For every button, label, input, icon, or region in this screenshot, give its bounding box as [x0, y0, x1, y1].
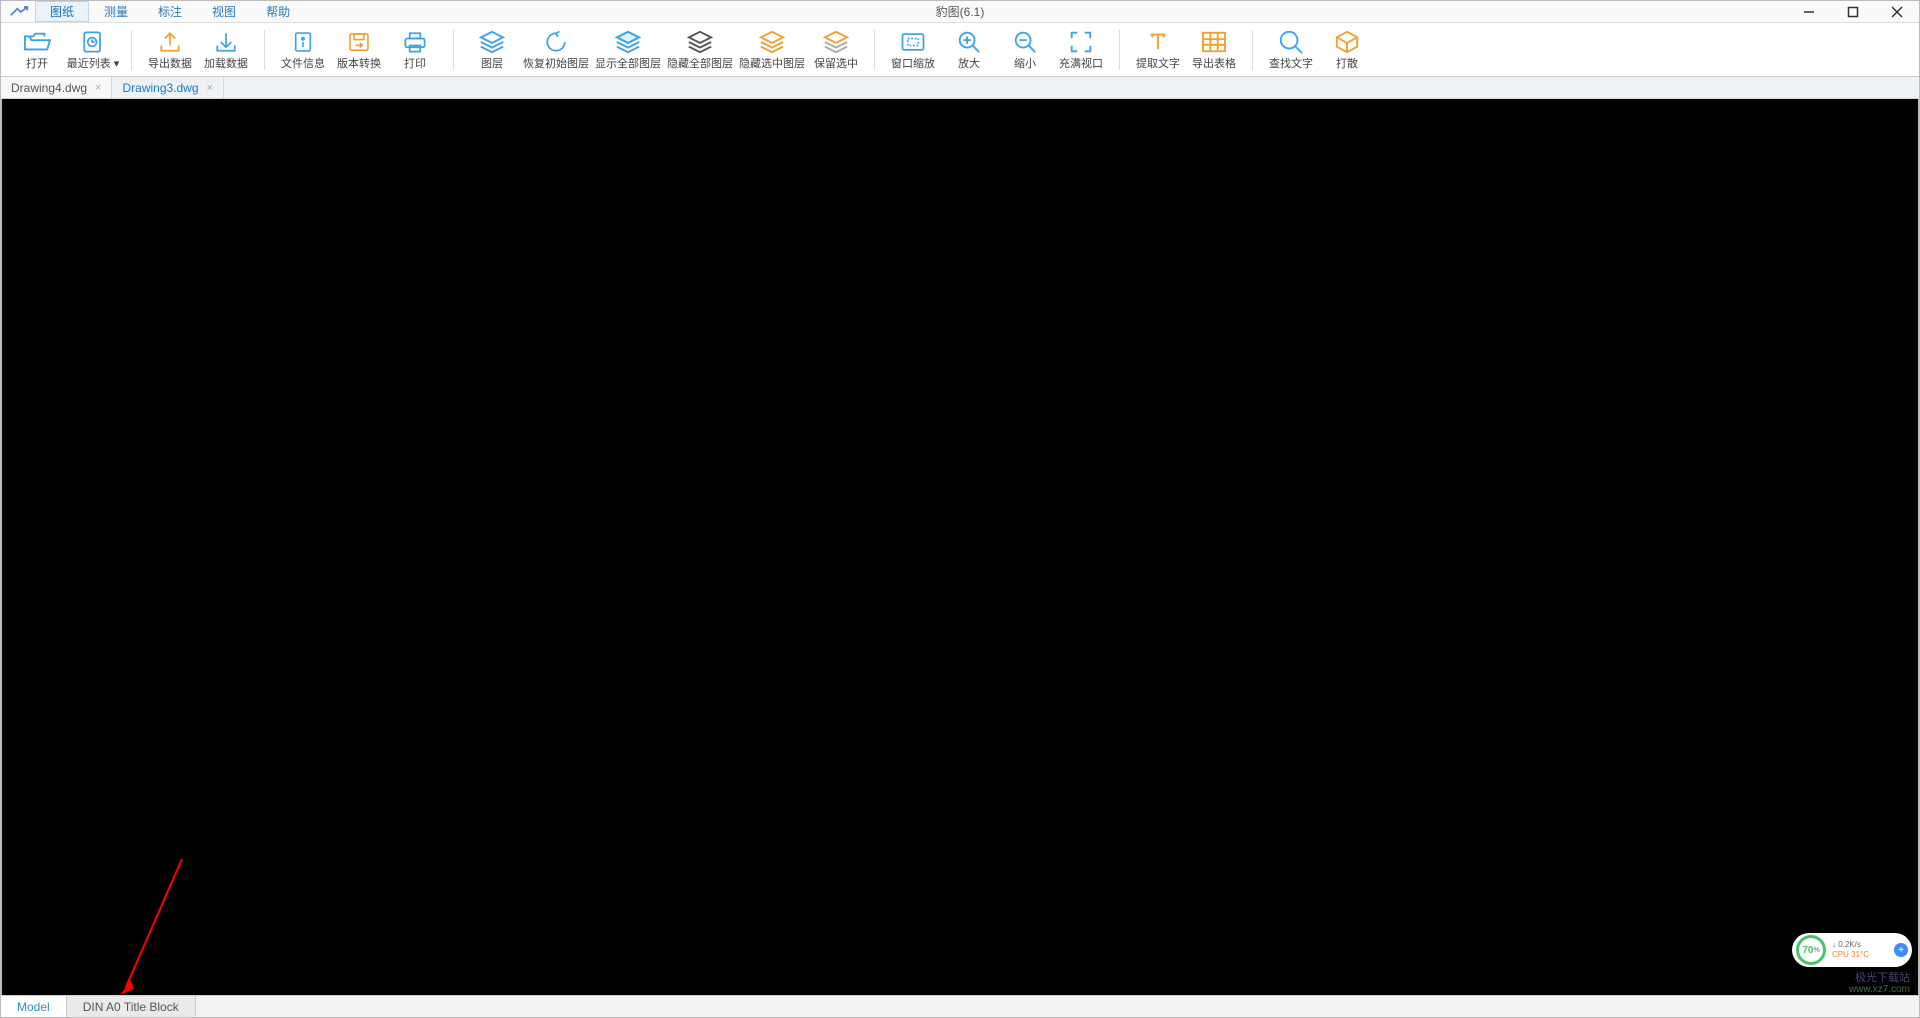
print-label: 打印	[404, 59, 426, 70]
close-icon[interactable]: ×	[95, 82, 101, 94]
recent-icon	[77, 27, 109, 57]
layers-show-icon	[612, 27, 644, 57]
find-text-button[interactable]: 查找文字	[1263, 25, 1319, 74]
menu-tab-view[interactable]: 视图	[197, 1, 251, 22]
import-icon	[210, 27, 242, 57]
minimize-button[interactable]	[1787, 1, 1831, 22]
keep-sel-label: 保留选中	[814, 59, 858, 70]
menu-tabs: 图纸 测量 标注 视图 帮助	[35, 1, 305, 22]
zoom-window-button[interactable]: 窗口缩放	[885, 25, 941, 74]
version-convert-button[interactable]: 版本转换	[331, 25, 387, 74]
folder-open-icon	[21, 27, 53, 57]
export-icon	[154, 27, 186, 57]
export-table-button[interactable]: 导出表格	[1186, 25, 1242, 74]
explode-button[interactable]: 打散	[1319, 25, 1375, 74]
zoom-out-icon	[1009, 27, 1041, 57]
hide-all-layers-button[interactable]: 隐藏全部图层	[664, 25, 736, 74]
restore-layer-button[interactable]: 恢复初始图层	[520, 25, 592, 74]
hide-selected-layer-button[interactable]: 隐藏选中图层	[736, 25, 808, 74]
file-info-icon	[287, 27, 319, 57]
menu-tab-drawing[interactable]: 图纸	[35, 1, 89, 22]
find-text-label: 查找文字	[1269, 59, 1313, 70]
explode-label: 打散	[1336, 59, 1358, 70]
watermark: 极光下载站 www.xz7.com	[1849, 972, 1910, 995]
print-button[interactable]: 打印	[387, 25, 443, 74]
close-icon[interactable]: ×	[207, 82, 213, 94]
drawing-canvas[interactable]: 70% ↓ 0.2K/s CPU 31°C + 极光下载站 www.xz7.co…	[1, 99, 1919, 995]
hide-sel-label: 隐藏选中图层	[739, 59, 805, 70]
cube-icon	[1331, 27, 1363, 57]
load-data-button[interactable]: 加载数据	[198, 25, 254, 74]
restore-layer-label: 恢复初始图层	[523, 59, 589, 70]
zoom-in-label: 放大	[958, 59, 980, 70]
recent-label: 最近列表 ▾	[67, 59, 120, 70]
file-tabs: Drawing4.dwg × Drawing3.dwg ×	[1, 77, 1919, 99]
extract-text-button[interactable]: 提取文字	[1130, 25, 1186, 74]
file-tab-1-label: Drawing3.dwg	[122, 81, 198, 95]
perf-info: ↓ 0.2K/s CPU 31°C	[1832, 940, 1869, 960]
zoom-out-button[interactable]: 缩小	[997, 25, 1053, 74]
restore-icon	[540, 27, 572, 57]
table-icon	[1198, 27, 1230, 57]
zoom-window-icon	[897, 27, 929, 57]
fill-viewport-button[interactable]: 充满视口	[1053, 25, 1109, 74]
annotation-arrow-icon	[112, 859, 202, 999]
layers-hide-icon	[684, 27, 716, 57]
zoom-out-label: 缩小	[1014, 59, 1036, 70]
export-table-label: 导出表格	[1192, 59, 1236, 70]
save-convert-icon	[343, 27, 375, 57]
text-icon	[1142, 27, 1174, 57]
extract-text-label: 提取文字	[1136, 59, 1180, 70]
performance-widget[interactable]: 70% ↓ 0.2K/s CPU 31°C +	[1792, 933, 1912, 967]
file-info-button[interactable]: 文件信息	[275, 25, 331, 74]
open-button[interactable]: 打开	[9, 25, 65, 74]
search-icon	[1275, 27, 1307, 57]
menu-tab-annotate[interactable]: 标注	[143, 1, 197, 22]
hide-all-label: 隐藏全部图层	[667, 59, 733, 70]
layer-label: 图层	[481, 59, 503, 70]
app-icon	[7, 3, 31, 21]
window-title: 豹图(6.1)	[936, 3, 985, 20]
zoom-in-button[interactable]: 放大	[941, 25, 997, 74]
layers-hide-sel-icon	[756, 27, 788, 57]
layout-tabs: Model DIN A0 Title Block	[1, 995, 1919, 1017]
layers-icon	[476, 27, 508, 57]
layout-tab-titleblock[interactable]: DIN A0 Title Block	[67, 996, 196, 1017]
cpu-usage-gauge: 70%	[1796, 935, 1826, 965]
recent-list-button[interactable]: 最近列表 ▾	[65, 25, 121, 74]
load-label: 加载数据	[204, 59, 248, 70]
zoom-window-label: 窗口缩放	[891, 59, 935, 70]
export-data-button[interactable]: 导出数据	[142, 25, 198, 74]
open-label: 打开	[26, 59, 48, 70]
keep-selected-button[interactable]: 保留选中	[808, 25, 864, 74]
expand-icon	[1065, 27, 1097, 57]
layout-tab-model[interactable]: Model	[1, 996, 67, 1017]
print-icon	[399, 27, 431, 57]
file-tab-0-label: Drawing4.dwg	[11, 81, 87, 95]
show-all-label: 显示全部图层	[595, 59, 661, 70]
menu-tab-help[interactable]: 帮助	[251, 1, 305, 22]
show-all-layers-button[interactable]: 显示全部图层	[592, 25, 664, 74]
export-label: 导出数据	[148, 59, 192, 70]
file-info-label: 文件信息	[281, 59, 325, 70]
version-convert-label: 版本转换	[337, 59, 381, 70]
expand-widget-button[interactable]: +	[1894, 943, 1908, 957]
layers-keep-icon	[820, 27, 852, 57]
layer-button[interactable]: 图层	[464, 25, 520, 74]
ribbon-toolbar: 打开 最近列表 ▾ 导出数据 加载数据 文件信息	[1, 23, 1919, 77]
maximize-button[interactable]	[1831, 1, 1875, 22]
menu-tab-measure[interactable]: 测量	[89, 1, 143, 22]
close-button[interactable]	[1875, 1, 1919, 22]
file-tab-0[interactable]: Drawing4.dwg ×	[1, 77, 112, 98]
file-tab-1[interactable]: Drawing3.dwg ×	[112, 77, 223, 98]
fill-viewport-label: 充满视口	[1059, 59, 1103, 70]
zoom-in-icon	[953, 27, 985, 57]
titlebar: 图纸 测量 标注 视图 帮助 豹图(6.1)	[1, 1, 1919, 23]
